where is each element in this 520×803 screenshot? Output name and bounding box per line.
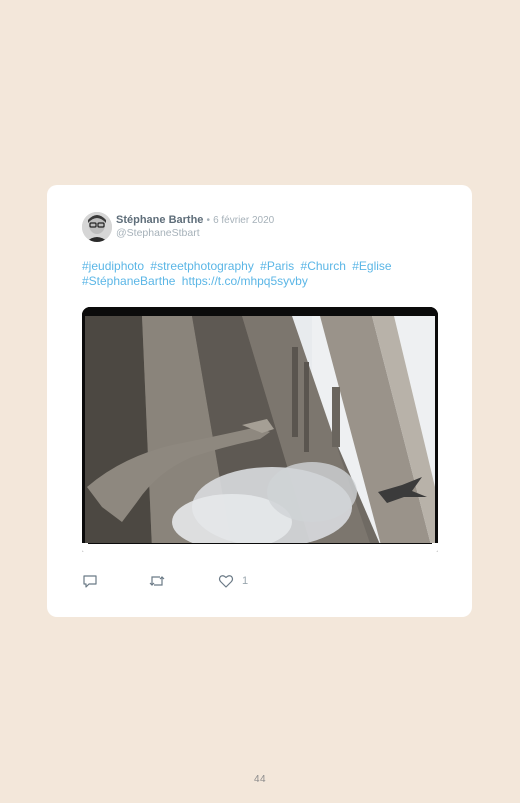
heart-icon	[218, 575, 234, 588]
reply-icon	[83, 575, 97, 588]
author-name[interactable]: Stéphane Barthe	[116, 214, 203, 226]
tweet-url-link[interactable]: https://t.co/mhpq5syvby	[182, 274, 308, 288]
like-button[interactable]: 1	[218, 572, 248, 590]
tweet-card: Stéphane Barthe • 6 février 2020 @Stepha…	[47, 185, 472, 617]
hashtag-link[interactable]: #StéphaneBarthe	[82, 274, 175, 288]
tweet-header: Stéphane Barthe • 6 février 2020	[116, 214, 274, 226]
retweet-icon	[149, 576, 165, 586]
hashtag-link[interactable]: #Eglise	[352, 259, 391, 273]
hashtag-link[interactable]: #jeudiphoto	[82, 259, 144, 273]
tweet-text: #jeudiphoto #streetphotography #Paris #C…	[82, 259, 442, 289]
avatar[interactable]	[82, 212, 112, 242]
page-number: 44	[253, 774, 267, 785]
author-handle[interactable]: @StephaneStbart	[116, 227, 200, 239]
tweet-date[interactable]: 6 février 2020	[213, 215, 274, 226]
tweet-actions: 1	[82, 572, 282, 590]
header-separator: •	[206, 215, 210, 226]
hashtag-link[interactable]: #Paris	[260, 259, 294, 273]
like-count: 1	[242, 575, 249, 587]
tweet-photo[interactable]	[82, 307, 438, 552]
hashtag-link[interactable]: #streetphotography	[150, 259, 253, 273]
retweet-button[interactable]	[148, 572, 166, 590]
hashtag-link[interactable]: #Church	[301, 259, 346, 273]
reply-button[interactable]	[82, 572, 98, 590]
